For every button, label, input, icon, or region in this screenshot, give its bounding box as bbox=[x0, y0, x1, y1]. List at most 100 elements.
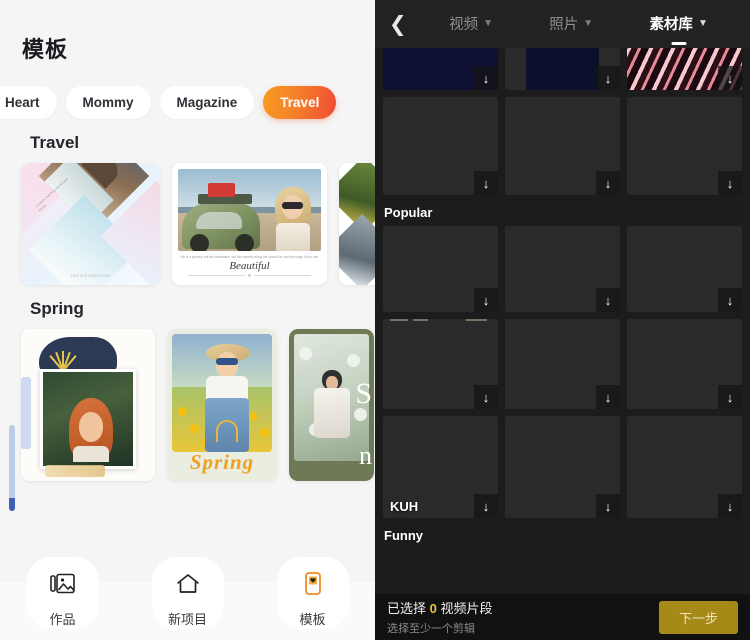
tile-neon-heart[interactable]: ↓ bbox=[383, 97, 498, 195]
template-card-spring-sunflower[interactable]: Spring bbox=[167, 329, 277, 481]
next-step-button[interactable]: 下一步 bbox=[658, 600, 738, 634]
selection-count: 0 bbox=[429, 601, 437, 616]
chip-travel[interactable]: Travel bbox=[263, 86, 337, 119]
card-caption-foot: THIS IS A LOVELY DAY bbox=[70, 274, 111, 278]
media-tabs[interactable]: 视频 ▼ 照片 ▼ 素材库 ▼ bbox=[421, 13, 736, 36]
tab-material-library[interactable]: 素材库 ▼ bbox=[649, 13, 707, 36]
download-icon[interactable]: ↓ bbox=[474, 66, 498, 90]
template-card-polaroid[interactable] bbox=[21, 329, 155, 481]
download-icon[interactable]: ↓ bbox=[718, 385, 742, 409]
tile-caption-kuh: KUH bbox=[390, 499, 419, 514]
templates-panel: 模板 Heart Mommy Magazine Travel Travel A … bbox=[0, 0, 375, 640]
tile-pastel-spiral-tall[interactable]: ↓ bbox=[627, 97, 742, 195]
nav-label-works: 作品 bbox=[49, 612, 76, 627]
download-icon[interactable]: ↓ bbox=[596, 66, 620, 90]
nav-item-templates[interactable]: 模板 bbox=[265, 557, 361, 629]
media-row-1: ↓ ↓ ↓ bbox=[375, 48, 750, 97]
tile-navy-block-cut[interactable]: ↓ bbox=[505, 48, 620, 90]
download-icon[interactable]: ↓ bbox=[596, 171, 620, 195]
diamond-collage-art: A momint, that bring out the well travel… bbox=[21, 163, 160, 285]
category-chip-row[interactable]: Heart Mommy Magazine Travel bbox=[0, 64, 375, 119]
selection-suffix: 视频片段 bbox=[436, 601, 493, 616]
nav-label-new-project: 新项目 bbox=[167, 612, 207, 627]
download-icon[interactable]: ↓ bbox=[474, 385, 498, 409]
tile-two-women[interactable]: ↓ bbox=[505, 319, 620, 409]
download-icon[interactable]: ↓ bbox=[474, 288, 498, 312]
media-row-4: ↓ ↓ ↓ bbox=[375, 319, 750, 416]
media-library-header: ❮ 视频 ▼ 照片 ▼ 素材库 ▼ bbox=[375, 0, 750, 48]
nav-label-templates: 模板 bbox=[299, 612, 326, 627]
template-card-diamond-collage[interactable]: A momint, that bring out the well travel… bbox=[21, 163, 160, 285]
horizontal-scroll-indicator[interactable] bbox=[9, 425, 15, 511]
tile-neon-navy-cut[interactable]: ↓ bbox=[383, 48, 498, 90]
media-row-5: KUH ↓ ↓ ↓ bbox=[375, 416, 750, 525]
selection-count-line: 已选择 0 视频片段 bbox=[387, 598, 492, 617]
selection-status: 已选择 0 视频片段 选择至少一个剪辑 bbox=[387, 598, 492, 636]
tile-indoor-scene[interactable]: ↓ bbox=[627, 319, 742, 409]
tile-man-face[interactable]: ↓ bbox=[383, 226, 498, 312]
nav-item-works[interactable]: 作品 bbox=[15, 557, 111, 629]
nav-item-new-project[interactable]: 新项目 bbox=[140, 557, 236, 629]
home-icon bbox=[140, 561, 236, 607]
template-card-peek[interactable] bbox=[339, 163, 375, 285]
media-row-2: ↓ ↓ ↓ bbox=[375, 97, 750, 202]
template-card-white-flowers[interactable]: S n bbox=[289, 329, 374, 481]
page-title: 模板 bbox=[22, 37, 69, 62]
tab-video-label: 视频 bbox=[449, 16, 479, 33]
white-flowers-art: S n bbox=[289, 329, 374, 481]
tile-gold-texture[interactable]: ↓ bbox=[627, 416, 742, 518]
download-icon[interactable]: ↓ bbox=[718, 171, 742, 195]
tab-video[interactable]: 视频 ▼ bbox=[449, 13, 493, 36]
section-title-travel: Travel bbox=[30, 133, 80, 152]
chevron-down-icon: ▼ bbox=[583, 17, 594, 29]
peek-card-art bbox=[339, 163, 375, 285]
template-icon bbox=[265, 561, 361, 607]
gallery-icon bbox=[15, 561, 111, 607]
bottom-navigation: 作品 新项目 模板 bbox=[0, 552, 375, 640]
section-label-funny: Funny bbox=[384, 528, 423, 543]
chip-heart[interactable]: Heart bbox=[0, 86, 57, 119]
download-icon[interactable]: ↓ bbox=[718, 66, 742, 90]
tab-photo-label: 照片 bbox=[549, 16, 579, 33]
tile-pastel-spiral-wide[interactable]: ↓ bbox=[505, 97, 620, 195]
polaroid-art bbox=[21, 329, 155, 481]
spring-card-row[interactable]: Spring S n bbox=[0, 329, 375, 481]
tile-neon-chevron-cut[interactable]: ↓ bbox=[627, 48, 742, 90]
section-title-spring: Spring bbox=[30, 299, 84, 318]
travel-card-row[interactable]: A momint, that bring out the well travel… bbox=[0, 163, 375, 285]
download-icon[interactable]: ↓ bbox=[596, 385, 620, 409]
selection-bar: 已选择 0 视频片段 选择至少一个剪辑 下一步 bbox=[375, 594, 750, 640]
tile-boxer[interactable]: ↓ bbox=[505, 416, 620, 518]
beetle-beach-art: Life is a journey, not the destination, … bbox=[172, 163, 327, 285]
media-library-panel: ❮ 视频 ▼ 照片 ▼ 素材库 ▼ ↓ ↓ ↓ ↓ ↓ ↓ Popular ↓ … bbox=[375, 0, 750, 640]
chevron-left-icon[interactable]: ❮ bbox=[389, 14, 417, 35]
sunflower-art: Spring bbox=[167, 329, 277, 481]
selection-hint: 选择至少一个剪辑 bbox=[387, 623, 475, 635]
chevron-down-icon: ▼ bbox=[483, 17, 494, 29]
tile-person-in-room[interactable]: ↓ bbox=[383, 319, 498, 409]
chevron-down-icon: ▼ bbox=[697, 17, 708, 29]
card-title: Beautiful bbox=[229, 260, 270, 272]
tab-photo[interactable]: 照片 ▼ bbox=[549, 13, 593, 36]
download-icon[interactable]: ↓ bbox=[718, 494, 742, 518]
download-icon[interactable]: ↓ bbox=[474, 494, 498, 518]
media-grid-scroll[interactable]: ↓ ↓ ↓ ↓ ↓ ↓ Popular ↓ ↓ ↓ ↓ ↓ ↓ KUH ↓ ↓ … bbox=[375, 48, 750, 594]
selection-prefix: 已选择 bbox=[387, 601, 430, 616]
chip-magazine[interactable]: Magazine bbox=[159, 86, 255, 119]
section-label-popular: Popular bbox=[384, 205, 433, 220]
card-title: Spring bbox=[189, 450, 255, 474]
tile-kuh-crying-face[interactable]: KUH ↓ bbox=[383, 416, 498, 518]
tile-thumbnail bbox=[525, 48, 600, 90]
chip-mommy[interactable]: Mommy bbox=[65, 86, 151, 119]
tile-child-face[interactable]: ↓ bbox=[505, 226, 620, 312]
tab-material-library-label: 素材库 bbox=[649, 16, 693, 33]
template-card-beetle-beach[interactable]: Life is a journey, not the destination, … bbox=[172, 163, 327, 285]
download-icon[interactable]: ↓ bbox=[718, 288, 742, 312]
download-icon[interactable]: ↓ bbox=[596, 494, 620, 518]
download-icon[interactable]: ↓ bbox=[474, 171, 498, 195]
media-row-popular: ↓ ↓ ↓ bbox=[375, 226, 750, 319]
tile-wolf-landscape[interactable]: ↓ bbox=[627, 226, 742, 312]
download-icon[interactable]: ↓ bbox=[596, 288, 620, 312]
card-subtitle: Life is a journey, not the destination, … bbox=[179, 255, 320, 259]
card-letter-top: S bbox=[355, 377, 372, 410]
